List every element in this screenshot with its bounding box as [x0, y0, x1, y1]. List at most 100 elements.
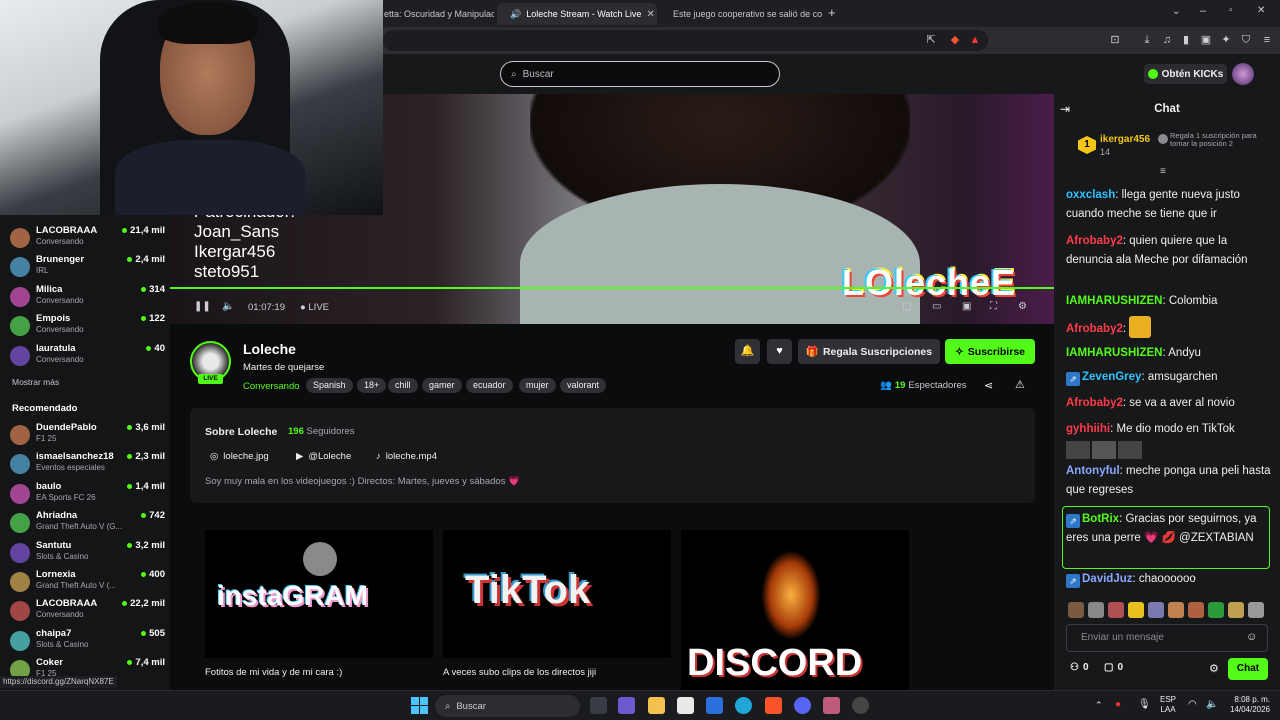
sidebar-channel[interactable]: Lornexia Grand Theft Auto V (... 400: [10, 569, 165, 597]
leo-icon[interactable]: ✦: [1219, 33, 1233, 47]
emote-icon[interactable]: [1088, 602, 1104, 618]
share-icon[interactable]: ⇱: [924, 33, 938, 47]
progress-bar[interactable]: [170, 287, 1054, 289]
mail-icon[interactable]: [706, 697, 723, 714]
chat-username[interactable]: BotRix: [1082, 513, 1119, 525]
emote-icon[interactable]: [1128, 602, 1144, 618]
wallet-icon[interactable]: ▣: [1199, 33, 1213, 47]
chat-username[interactable]: gyhhiihi: [1066, 423, 1110, 435]
top-gifter-name[interactable]: ikergar456: [1100, 134, 1150, 145]
user-avatar[interactable]: [1232, 63, 1254, 85]
clock[interactable]: 8:08 p. m. 14/04/2026: [1230, 695, 1270, 715]
browser-tab-1[interactable]: etta: Oscuridad y Manipulació: [376, 3, 494, 25]
sidebar-channel[interactable]: Brunenger IRL 2,4 mil: [10, 254, 165, 282]
sidebar-channel[interactable]: chaipa7 Slots & Casino 505: [10, 628, 165, 656]
close-window-icon[interactable]: ✕: [1257, 5, 1265, 16]
brave-rewards-icon[interactable]: ▲: [968, 33, 982, 47]
tab-list-icon[interactable]: ⌄: [1172, 6, 1180, 17]
maximize-icon[interactable]: ▫: [1229, 5, 1233, 16]
chat-stat-1[interactable]: ⚇ 0: [1070, 662, 1089, 673]
new-tab-button[interactable]: +: [828, 5, 836, 20]
chat-username[interactable]: Afrobaby2: [1066, 235, 1123, 247]
pause-icon[interactable]: ❚❚: [194, 301, 211, 312]
sidebar-channel[interactable]: DuendePablo F1 25 3,6 mil: [10, 422, 165, 450]
tray-chevron-icon[interactable]: ⌃: [1095, 700, 1103, 711]
music-icon[interactable]: ♫: [1160, 33, 1174, 47]
volume-icon[interactable]: 🔈: [222, 301, 234, 312]
clip-icon[interactable]: ▢: [902, 301, 911, 312]
show-more-link[interactable]: Mostrar más: [12, 377, 59, 387]
search-input[interactable]: ⌕ Buscar: [500, 61, 780, 87]
follow-heart-button[interactable]: ♥: [767, 339, 792, 364]
task-view-icon[interactable]: [590, 697, 607, 714]
sidebar-channel[interactable]: LACOBRAAA Conversando 21,4 mil: [10, 225, 165, 253]
tag-chip[interactable]: 18+: [357, 378, 387, 393]
youtube-link[interactable]: ▶ @Loleche: [296, 451, 351, 462]
sidebar-channel[interactable]: LACOBRAAA Conversando 22,2 mil: [10, 598, 165, 626]
chat-settings-icon[interactable]: ⚙: [1209, 662, 1219, 675]
download-icon[interactable]: ⤓: [1140, 33, 1154, 47]
brave-icon[interactable]: [765, 697, 782, 714]
channel-name[interactable]: Loleche: [243, 341, 296, 357]
chat-username[interactable]: ZevenGrey: [1082, 371, 1141, 383]
discord-icon[interactable]: [794, 697, 811, 714]
url-field[interactable]: [383, 30, 988, 51]
emote-icon[interactable]: [1168, 602, 1184, 618]
tag-chip[interactable]: Spanish: [306, 378, 353, 393]
tag-chip[interactable]: valorant: [560, 378, 607, 393]
obs-icon[interactable]: [852, 697, 869, 714]
sidebar-channel[interactable]: baulo EA Sports FC 26 1,4 mil: [10, 481, 165, 509]
expand-pinned-icon[interactable]: ≡: [1160, 166, 1166, 177]
emote-icon[interactable]: [1228, 602, 1244, 618]
tag-chip[interactable]: mujer: [519, 378, 556, 393]
chat-username[interactable]: Afrobaby2: [1066, 323, 1123, 335]
chat-username[interactable]: IAMHARUSHIZEN: [1066, 295, 1162, 307]
browser-tab-2[interactable]: 🔊 Loleche Stream - Watch Live ✕: [497, 3, 657, 25]
language-indicator[interactable]: ESP LAA: [1160, 695, 1176, 715]
tiktok-link[interactable]: ♪ loleche.mp4: [376, 451, 437, 462]
sidebar-channel[interactable]: Santutu Slots & Casino 3,2 mil: [10, 540, 165, 568]
tray-app-icon[interactable]: ●: [1115, 699, 1121, 710]
close-tab-icon[interactable]: ✕: [646, 9, 654, 20]
settings-gear-icon[interactable]: ⚙: [1018, 301, 1027, 312]
chat-username[interactable]: Afrobaby2: [1066, 397, 1123, 409]
sidebar-toggle-icon[interactable]: ▮: [1179, 33, 1193, 47]
discord-panel[interactable]: DISCORD: [681, 530, 909, 690]
app-icon[interactable]: [618, 697, 635, 714]
emote-icon[interactable]: [1108, 602, 1124, 618]
edge-icon[interactable]: [735, 697, 752, 714]
gift-subs-button[interactable]: 🎁 Regala Suscripciones: [798, 339, 940, 364]
screenshot-icon[interactable]: ⊡: [1108, 33, 1122, 47]
send-chat-button[interactable]: Chat: [1228, 658, 1268, 680]
instagram-panel[interactable]: instaGRAM: [205, 530, 433, 658]
instagram-link[interactable]: ◎ loleche.jpg: [210, 451, 269, 462]
tag-chip[interactable]: ecuador: [466, 378, 513, 393]
minimize-icon[interactable]: –: [1200, 5, 1206, 17]
sidebar-channel[interactable]: Empois Conversando 122: [10, 313, 165, 341]
sidebar-channel[interactable]: Milica Conversando 314: [10, 284, 165, 312]
chat-username[interactable]: DavidJuz: [1082, 573, 1133, 585]
emote-icon[interactable]: [1208, 602, 1224, 618]
pip-icon[interactable]: ▣: [962, 301, 971, 312]
menu-icon[interactable]: ≡: [1260, 33, 1274, 47]
vpn-icon[interactable]: ⛉: [1239, 33, 1253, 47]
wifi-icon[interactable]: ◠: [1188, 699, 1197, 710]
file-explorer-icon[interactable]: [648, 697, 665, 714]
app-icon[interactable]: [823, 697, 840, 714]
chat-username[interactable]: oxxclash: [1066, 189, 1115, 201]
get-kicks-button[interactable]: Obtén KICKs: [1144, 64, 1227, 84]
emoji-picker-icon[interactable]: ☺: [1246, 631, 1257, 643]
windows-start-icon[interactable]: [411, 697, 428, 714]
share-channel-icon[interactable]: ⋖: [984, 379, 993, 392]
emote-bar[interactable]: [1068, 602, 1268, 620]
emote-icon[interactable]: [1248, 602, 1264, 618]
volume-tray-icon[interactable]: 🔈: [1206, 699, 1218, 710]
fullscreen-icon[interactable]: ⛶: [990, 301, 997, 312]
chat-username[interactable]: IAMHARUSHIZEN: [1066, 347, 1162, 359]
store-icon[interactable]: [677, 697, 694, 714]
chat-username[interactable]: Antonyful: [1066, 465, 1120, 477]
microphone-icon[interactable]: 🎙: [1138, 699, 1151, 710]
tiktok-panel[interactable]: TikTok: [443, 530, 671, 658]
emote-icon[interactable]: [1068, 602, 1084, 618]
subscribe-button[interactable]: ✧ Suscribirse: [945, 339, 1035, 364]
